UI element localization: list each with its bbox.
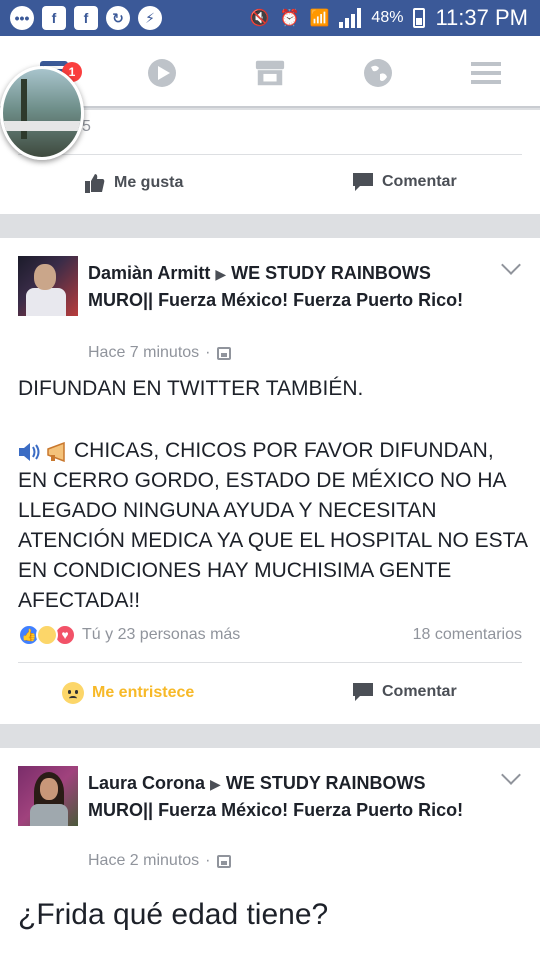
status-bar: ••• f f ↻ ⚡ 🔇 ⏰ 📶 48% 11:37 PM	[0, 0, 540, 36]
messenger-icon: ⚡	[138, 6, 162, 30]
divider	[18, 154, 522, 155]
facebook-icon: f	[42, 6, 66, 30]
comment-icon	[353, 173, 373, 191]
marketplace-icon[interactable]	[254, 58, 286, 88]
privacy-icon	[216, 854, 231, 868]
menu-icon[interactable]	[470, 58, 502, 88]
post-card: Laura Corona ▶ WE STUDY RAINBOWS MURO|| …	[0, 748, 540, 960]
alarm-icon: ⏰	[279, 10, 300, 27]
post-time[interactable]: Hace 2 minutos	[88, 852, 199, 870]
wifi-icon: 📶	[309, 10, 330, 27]
megaphone-emoji	[18, 442, 72, 462]
reaction-text: Tú y 23 personas más	[82, 626, 241, 643]
sad-reaction-icon	[36, 624, 58, 646]
mute-icon: 🔇	[249, 10, 270, 27]
battery-icon	[413, 8, 426, 28]
author-name[interactable]: Damiàn Armitt	[88, 263, 210, 283]
comment-label: Comentar	[382, 173, 457, 190]
facebook-icon: f	[74, 6, 98, 30]
like-label: Me gusta	[114, 174, 184, 191]
chevron-down-icon[interactable]	[501, 255, 521, 275]
comment-button[interactable]: Comentar	[352, 172, 457, 192]
clock: 11:37 PM	[435, 5, 528, 30]
share-arrow-icon: ▶	[215, 266, 227, 282]
post-text-body: CHICAS, CHICOS POR FAVOR DIFUNDAN, EN CE…	[18, 439, 533, 612]
thumbs-up-icon	[85, 174, 105, 193]
comment-icon	[353, 683, 373, 701]
comments-count[interactable]: 18 comentarios	[413, 626, 522, 644]
share-arrow-icon: ▶	[210, 776, 221, 792]
reaction-button[interactable]: Me entristece	[62, 682, 194, 704]
chevron-down-icon[interactable]	[501, 765, 521, 785]
post-meta: Hace 7 minutos ·	[88, 344, 231, 362]
reaction-summary[interactable]: 👍 ♥ Tú y 23 personas más	[18, 624, 240, 646]
post-card: Damiàn Armitt ▶ WE STUDY RAINBOWS MURO||…	[0, 238, 540, 724]
author-name[interactable]: Laura Corona	[88, 773, 205, 793]
like-button[interactable]: Me gusta	[84, 172, 183, 194]
comment-button[interactable]: Comentar	[352, 682, 457, 702]
avatar[interactable]	[18, 256, 78, 316]
messages-icon: •••	[10, 6, 34, 30]
privacy-icon	[216, 346, 231, 360]
sync-icon: ↻	[106, 6, 130, 30]
divider	[18, 662, 522, 663]
reaction-label: Me entristece	[92, 684, 195, 701]
post-text-line1: DIFUNDAN EN TWITTER TAMBIÉN.	[18, 377, 364, 400]
chat-head-avatar[interactable]	[0, 66, 84, 160]
megaphone-icon	[47, 442, 65, 462]
post-time[interactable]: Hace 7 minutos	[88, 344, 199, 362]
avatar[interactable]	[18, 766, 78, 826]
post-meta: Hace 2 minutos ·	[88, 852, 231, 870]
speaker-icon	[19, 443, 40, 461]
post-text: ¿Frida qué edad tiene?	[18, 898, 329, 931]
post-author[interactable]: Damiàn Armitt ▶ WE STUDY RAINBOWS MURO||…	[88, 260, 478, 313]
video-icon[interactable]	[146, 58, 178, 88]
signal-icon	[339, 8, 362, 28]
battery-percent: 48%	[371, 9, 404, 26]
comment-label: Comentar	[382, 683, 457, 700]
globe-icon[interactable]	[362, 58, 394, 88]
sad-face-icon	[62, 682, 84, 704]
post-author[interactable]: Laura Corona ▶ WE STUDY RAINBOWS MURO|| …	[88, 770, 478, 823]
